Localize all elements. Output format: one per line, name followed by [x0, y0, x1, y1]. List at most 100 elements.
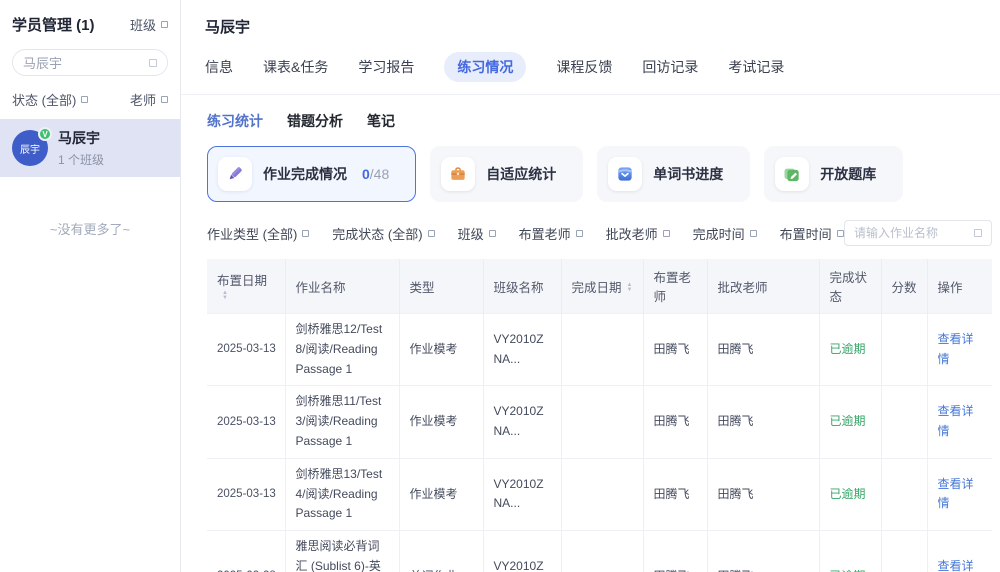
subtab-bar: 练习统计 错题分析 笔记: [207, 111, 992, 131]
no-more-text: ~没有更多了~: [0, 219, 180, 238]
main-panel: 马辰宇 信息 课表&任务 学习报告 练习情况 课程反馈 回访记录 考试记录 练习…: [181, 0, 1000, 572]
sidebar-title: 学员管理 (1): [12, 14, 95, 35]
status-filter-label: 状态 (全部): [12, 90, 76, 109]
filter-assigning-teacher[interactable]: 布置老师: [519, 224, 583, 243]
student-search-box[interactable]: [12, 49, 168, 76]
avatar-text: 辰宇: [20, 141, 40, 156]
col-class-name: 班级名称: [483, 259, 561, 314]
status-badge: 已逾期: [819, 314, 881, 386]
filter-class[interactable]: 班级: [458, 224, 496, 243]
col-completion-date[interactable]: 完成日期▲▼: [561, 259, 643, 314]
filter-completion-status[interactable]: 完成状态 (全部): [332, 224, 434, 243]
cell-assign-date: 2025-03-13: [207, 314, 285, 386]
cell-type: 单词作业: [399, 531, 483, 572]
student-name: 马辰宇: [58, 128, 104, 148]
view-details-link[interactable]: 查看详情: [938, 332, 974, 366]
dropdown-icon: [81, 96, 88, 103]
cell-grading-teacher: 田腾飞: [707, 531, 819, 572]
dropdown-icon: [161, 21, 168, 28]
card-adaptive-stats[interactable]: 自适应统计: [430, 146, 583, 202]
tab-practice[interactable]: 练习情况: [444, 52, 526, 82]
tab-exam-records[interactable]: 考试记录: [728, 57, 784, 77]
stat-cards: 作业完成情况 0/48 自适应统计: [207, 146, 992, 202]
cell-actions: 查看详情: [927, 314, 992, 386]
status-badge: 已逾期: [819, 531, 881, 572]
homework-search-box[interactable]: [844, 220, 992, 246]
cell-actions: 查看详情: [927, 531, 992, 572]
cell-assign-date: 2025-03-13: [207, 458, 285, 530]
card-label: 作业完成情况: [263, 164, 347, 184]
sort-icon[interactable]: ▲▼: [627, 283, 633, 293]
cell-class-name: VY2010ZNA...: [483, 386, 561, 458]
cell-grading-teacher: 田腾飞: [707, 386, 819, 458]
card-label: 开放题库: [820, 164, 876, 184]
card-wordbook-progress[interactable]: 单词书进度: [597, 146, 750, 202]
teacher-filter-dropdown[interactable]: 老师: [130, 90, 168, 109]
dropdown-icon: [161, 96, 168, 103]
cell-assigning-teacher: 田腾飞: [643, 386, 707, 458]
teacher-filter-label: 老师: [130, 90, 156, 109]
status-badge: 已逾期: [819, 458, 881, 530]
cell-type: 作业模考: [399, 314, 483, 386]
col-assign-date[interactable]: 布置日期▲▼: [207, 259, 285, 314]
cell-assigning-teacher: 田腾飞: [643, 531, 707, 572]
card-homework-completion[interactable]: 作业完成情况 0/48: [207, 146, 416, 202]
col-grading-teacher: 批改老师: [707, 259, 819, 314]
dropdown-icon: [489, 230, 496, 237]
page-title: 马辰宇: [181, 0, 1000, 37]
tab-followup-records[interactable]: 回访记录: [642, 57, 698, 77]
col-homework-name: 作业名称: [285, 259, 399, 314]
cell-completion-date: [561, 531, 643, 572]
cell-class-name: VY2010ZNA...: [483, 314, 561, 386]
cell-homework-name: 剑桥雅思12/Test 8/阅读/Reading Passage 1: [285, 314, 399, 386]
tab-schedule-tasks[interactable]: 课表&任务: [263, 57, 328, 77]
tab-course-feedback[interactable]: 课程反馈: [556, 57, 612, 77]
col-score: 分数: [881, 259, 927, 314]
card-open-question-bank[interactable]: 开放题库: [764, 146, 903, 202]
tab-study-report[interactable]: 学习报告: [358, 57, 414, 77]
cell-score: [881, 531, 927, 572]
cell-assign-date: 2025-03-13: [207, 386, 285, 458]
cell-grading-teacher: 田腾飞: [707, 314, 819, 386]
subtab-notes[interactable]: 笔记: [367, 111, 395, 131]
subtab-practice-stats[interactable]: 练习统计: [207, 111, 263, 131]
dropdown-icon: [576, 230, 583, 237]
filter-assign-time[interactable]: 布置时间: [780, 224, 844, 243]
card-label: 单词书进度: [653, 164, 723, 184]
cell-class-name: VY2010ZNA...: [483, 458, 561, 530]
cell-homework-name: 剑桥雅思11/Test 3/阅读/Reading Passage 1: [285, 386, 399, 458]
table-row: 2025-02-28 雅思阅读必背词汇 (Sublist 6)-英译中-abst…: [207, 531, 992, 572]
class-filter-dropdown[interactable]: 班级: [130, 15, 168, 34]
search-icon: [149, 59, 157, 67]
tab-bar: 信息 课表&任务 学习报告 练习情况 课程反馈 回访记录 考试记录: [181, 37, 1000, 95]
status-filter-dropdown[interactable]: 状态 (全部): [12, 90, 88, 109]
dropdown-icon: [837, 230, 844, 237]
homework-search-input[interactable]: [854, 226, 974, 240]
card-value: 0/48: [362, 166, 389, 182]
col-actions: 操作: [927, 259, 992, 314]
cell-completion-date: [561, 314, 643, 386]
student-search-input[interactable]: [23, 55, 149, 70]
card-label: 自适应统计: [486, 164, 556, 184]
view-details-link[interactable]: 查看详情: [938, 477, 974, 511]
cell-assign-date: 2025-02-28: [207, 531, 285, 572]
filter-homework-type[interactable]: 作业类型 (全部): [207, 224, 309, 243]
tab-info[interactable]: 信息: [205, 57, 233, 77]
filter-grading-teacher[interactable]: 批改老师: [606, 224, 670, 243]
col-completion-status: 完成状态: [819, 259, 881, 314]
cell-completion-date: [561, 458, 643, 530]
vip-badge: V: [38, 127, 52, 141]
subtab-wrong-questions[interactable]: 错题分析: [287, 111, 343, 131]
cell-actions: 查看详情: [927, 458, 992, 530]
briefcase-icon: [441, 157, 475, 191]
view-details-link[interactable]: 查看详情: [938, 404, 974, 438]
filter-bar: 作业类型 (全部) 完成状态 (全部) 班级 布置老师 批改老师 完成时间 布置…: [207, 220, 992, 246]
cell-type: 作业模考: [399, 458, 483, 530]
view-details-link[interactable]: 查看详情: [938, 559, 974, 572]
col-type: 类型: [399, 259, 483, 314]
student-list-item-selected[interactable]: 辰宇 V 马辰宇 1 个班级: [0, 119, 180, 177]
sort-icon[interactable]: ▲▼: [222, 291, 228, 301]
cell-type: 作业模考: [399, 386, 483, 458]
filter-completion-time[interactable]: 完成时间: [693, 224, 757, 243]
dropdown-icon: [428, 230, 435, 237]
